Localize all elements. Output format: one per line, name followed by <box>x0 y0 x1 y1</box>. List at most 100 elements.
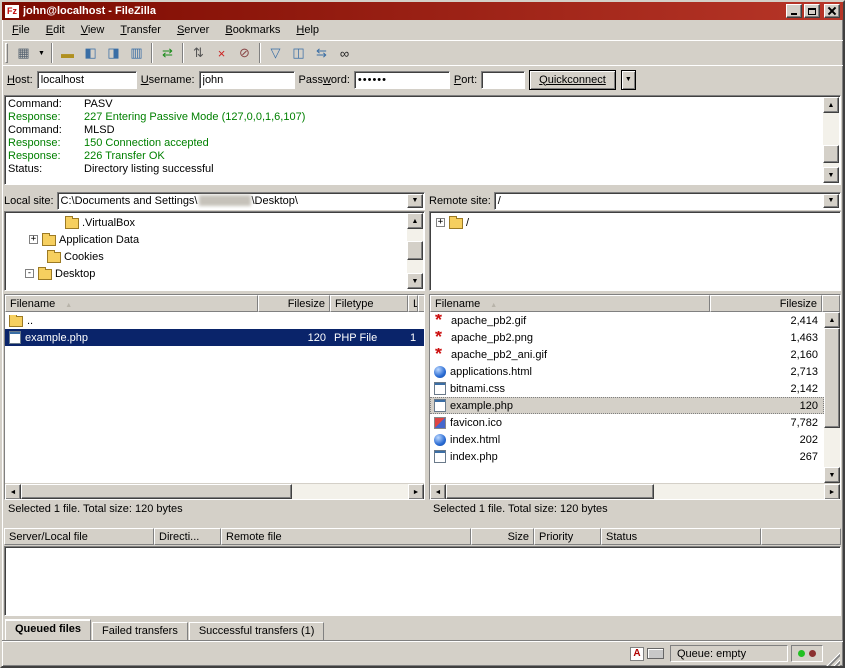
column-header-filesize[interactable]: Filesize <box>710 295 822 312</box>
maximize-icon <box>808 8 816 15</box>
quickconnect-button-label: Quickconnect <box>539 74 606 86</box>
port-input[interactable] <box>481 71 525 89</box>
file-row[interactable]: favicon.ico7,782 <box>430 414 824 431</box>
menu-item-file[interactable]: File <box>4 21 38 39</box>
tree-item[interactable]: .VirtualBox <box>7 214 406 231</box>
tab-failed-transfers[interactable]: Failed transfers <box>92 622 188 640</box>
quickconnect-button[interactable]: Quickconnect <box>529 70 616 90</box>
process-queue-icon[interactable]: ⇅ <box>187 43 210 64</box>
file-row[interactable]: index.php267 <box>430 448 824 465</box>
file-row[interactable]: apache_pb2.png1,463 <box>430 329 824 346</box>
menu-item-server[interactable]: Server <box>169 21 217 39</box>
column-header-server-local-file[interactable]: Server/Local file <box>4 528 154 545</box>
tool-bar: ▦▼ ▬◧◨▥ ⇄ ⇅×⊘ ▽◫⇆∞ <box>2 40 843 65</box>
column-header-filetype[interactable]: Filetype <box>330 295 408 312</box>
site-manager-icon[interactable]: ▦ <box>12 43 35 64</box>
scrollbar-track <box>824 328 840 467</box>
collapse-icon[interactable]: - <box>25 269 34 278</box>
toggle-remote-tree-icon[interactable]: ◨ <box>102 43 125 64</box>
scroll-right-button[interactable] <box>408 484 424 500</box>
disconnect-icon[interactable]: ⊘ <box>233 43 256 64</box>
scroll-left-button[interactable] <box>430 484 446 500</box>
file-row[interactable]: .. <box>5 312 424 329</box>
toggle-queue-icon[interactable]: ▥ <box>125 43 148 64</box>
scroll-down-button[interactable] <box>824 467 840 483</box>
tree-item[interactable]: +/ <box>432 214 838 231</box>
column-header-filename[interactable]: Filename <box>430 295 710 312</box>
column-header-remote-file[interactable]: Remote file <box>221 528 471 545</box>
expand-icon[interactable]: + <box>436 218 445 227</box>
file-row[interactable]: index.html202 <box>430 431 824 448</box>
menu-item-bookmarks[interactable]: Bookmarks <box>217 21 288 39</box>
resize-grip[interactable] <box>826 652 840 666</box>
tab-queued-files[interactable]: Queued files <box>5 619 91 640</box>
remote-hscroll[interactable] <box>430 483 840 499</box>
scroll-up-button[interactable] <box>823 97 839 113</box>
local-tree-scrollbar[interactable] <box>407 213 423 289</box>
maximize-button[interactable] <box>804 4 820 18</box>
username-input[interactable] <box>199 71 295 89</box>
file-name: example.php <box>450 400 513 412</box>
queue-body <box>4 546 841 616</box>
quickconnect-dropdown[interactable] <box>621 70 636 90</box>
scroll-down-button[interactable] <box>407 273 423 289</box>
toggle-local-tree-icon[interactable]: ◧ <box>79 43 102 64</box>
toolbar-grip[interactable] <box>5 43 8 63</box>
close-button[interactable] <box>824 4 840 18</box>
tree-item[interactable]: Cookies <box>7 248 406 265</box>
file-row[interactable]: applications.html2,713 <box>430 363 824 380</box>
remote-file-scrollbar[interactable] <box>824 312 840 483</box>
column-header-size[interactable]: Size <box>471 528 534 545</box>
local-hscroll[interactable] <box>5 483 424 499</box>
scroll-left-button[interactable] <box>5 484 21 500</box>
filter-icon[interactable]: ▽ <box>264 43 287 64</box>
expand-icon[interactable]: + <box>29 235 38 244</box>
menu-item-view[interactable]: View <box>73 21 113 39</box>
scroll-up-button[interactable] <box>407 213 423 229</box>
menu-item-transfer[interactable]: Transfer <box>112 21 169 39</box>
password-input[interactable] <box>354 71 450 89</box>
column-header-directi[interactable]: Directi... <box>154 528 221 545</box>
file-row[interactable]: apache_pb2.gif2,414 <box>430 312 824 329</box>
file-row[interactable]: bitnami.css2,142 <box>430 380 824 397</box>
scrollbar-thumb[interactable] <box>407 241 423 259</box>
column-header-filesize[interactable]: Filesize <box>258 295 330 312</box>
speed-limit-icon[interactable] <box>647 648 664 659</box>
file-name-cell: bitnami.css <box>430 382 710 395</box>
log-scrollbar[interactable] <box>823 97 839 183</box>
compare-icon[interactable]: ◫ <box>287 43 310 64</box>
scrollbar-thumb[interactable] <box>21 484 292 499</box>
tree-item[interactable]: -Desktop <box>7 265 406 282</box>
remote-site-dropdown[interactable] <box>823 194 839 208</box>
file-row[interactable]: apache_pb2_ani.gif2,160 <box>430 346 824 363</box>
transfer-type-icon[interactable]: A <box>630 647 644 661</box>
scroll-right-button[interactable] <box>824 484 840 500</box>
tree-item[interactable]: +Application Data <box>7 231 406 248</box>
file-row[interactable]: example.php120PHP File1 <box>5 329 424 346</box>
find-icon[interactable]: ∞ <box>333 43 356 64</box>
scrollbar-thumb[interactable] <box>824 328 840 428</box>
file-row[interactable]: example.php120 <box>430 397 824 414</box>
column-header-l[interactable]: L <box>408 295 418 312</box>
menu-item-help[interactable]: Help <box>288 21 327 39</box>
scroll-up-button[interactable] <box>824 312 840 328</box>
sync-browse-icon[interactable]: ⇆ <box>310 43 333 64</box>
toggle-log-icon[interactable]: ▬ <box>56 43 79 64</box>
column-header-status[interactable]: Status <box>601 528 761 545</box>
local-site-combo[interactable]: C:\Documents and Settings\\Desktop\ <box>57 192 425 210</box>
remote-site-combo[interactable]: / <box>494 192 841 210</box>
column-header-priority[interactable]: Priority <box>534 528 601 545</box>
scrollbar-thumb[interactable] <box>823 145 839 162</box>
site-manager-dropdown-icon[interactable]: ▼ <box>35 43 48 64</box>
file-name-cell: index.html <box>430 434 710 446</box>
cancel-icon[interactable]: × <box>210 43 233 64</box>
minimize-button[interactable] <box>786 4 802 18</box>
tab-successful-transfers-1[interactable]: Successful transfers (1) <box>189 622 325 640</box>
refresh-icon[interactable]: ⇄ <box>156 43 179 64</box>
column-header-filename[interactable]: Filename <box>5 295 258 312</box>
host-input[interactable] <box>37 71 137 89</box>
menu-item-edit[interactable]: Edit <box>38 21 73 39</box>
local-site-dropdown[interactable] <box>407 194 423 208</box>
scrollbar-thumb[interactable] <box>446 484 654 499</box>
scroll-down-button[interactable] <box>823 167 839 183</box>
